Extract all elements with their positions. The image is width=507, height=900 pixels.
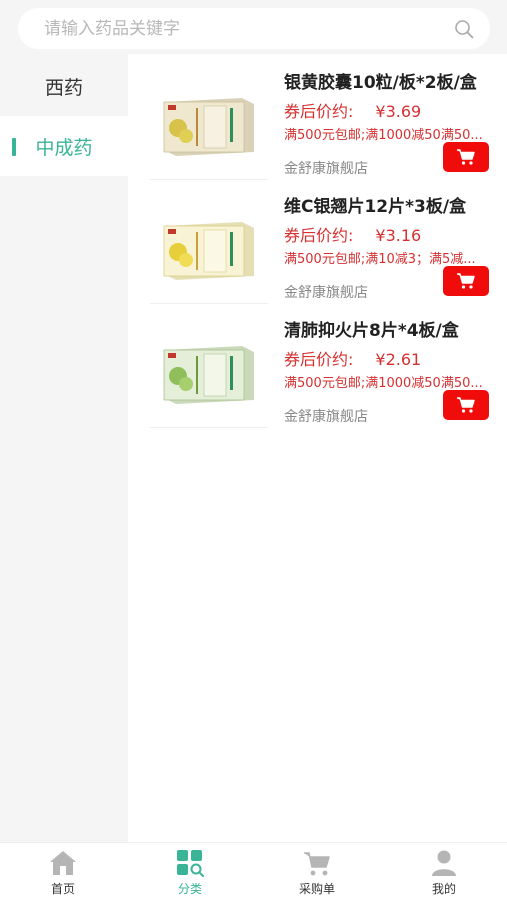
search-input[interactable] bbox=[44, 8, 444, 49]
product-title[interactable]: 清肺抑火片8片*4板/盒 bbox=[284, 316, 459, 341]
product-price: ¥2.61 bbox=[375, 350, 422, 369]
product-promo: 满500元包邮;满1000减50满50... bbox=[284, 376, 483, 391]
product-price: ¥3.16 bbox=[375, 226, 422, 245]
search-bar bbox=[0, 0, 507, 54]
price-label: 券后价约: bbox=[284, 350, 354, 369]
product-promo: 满500元包邮;满1000减50满50... bbox=[284, 128, 483, 143]
search-icon[interactable] bbox=[454, 19, 474, 39]
product-title[interactable]: 银黄胶囊10粒/板*2板/盒 bbox=[284, 68, 477, 93]
medicine-box-image bbox=[163, 346, 254, 404]
user-icon bbox=[432, 850, 456, 876]
price-label: 券后价约: bbox=[284, 102, 354, 121]
product-price: ¥3.69 bbox=[375, 102, 422, 121]
product-price-row: 券后价约: ¥3.69 bbox=[284, 98, 421, 122]
product-price-row: 券后价约: ¥2.61 bbox=[284, 346, 421, 370]
category-sidebar: 西药 中成药 bbox=[0, 54, 128, 842]
tab-label: 分类 bbox=[177, 882, 202, 896]
category-item-western-medicine[interactable]: 西药 bbox=[0, 56, 128, 116]
product-price-row: 券后价约: ¥3.16 bbox=[284, 222, 421, 246]
product-image[interactable] bbox=[150, 58, 268, 180]
category-item-chinese-patent-medicine[interactable]: 中成药 bbox=[0, 116, 128, 176]
product-card[interactable]: 清肺抑火片8片*4板/盒 券后价约: ¥2.61 满500元包邮;满1000减50… bbox=[128, 302, 507, 428]
add-to-cart-button[interactable] bbox=[443, 266, 489, 296]
cart-icon bbox=[457, 273, 475, 289]
product-image[interactable] bbox=[150, 182, 268, 304]
product-card[interactable]: 维C银翘片12片*3板/盒 券后价约: ¥3.16 满500元包邮;满10减3；满… bbox=[128, 178, 507, 304]
cart-icon bbox=[457, 397, 475, 413]
category-label: 西药 bbox=[44, 76, 83, 99]
tab-purchase-list[interactable]: 采购单 bbox=[254, 843, 380, 900]
add-to-cart-button[interactable] bbox=[443, 390, 489, 420]
product-image[interactable] bbox=[150, 306, 268, 428]
product-title[interactable]: 维C银翘片12片*3板/盒 bbox=[284, 192, 466, 217]
medicine-box-image bbox=[163, 98, 254, 156]
cart-icon bbox=[304, 852, 330, 876]
cart-icon bbox=[457, 149, 475, 165]
product-shop[interactable]: 金舒康旗舰店 bbox=[284, 406, 368, 426]
tab-home[interactable]: 首页 bbox=[0, 843, 126, 900]
tab-category[interactable]: 分类 bbox=[127, 843, 253, 900]
tab-label: 我的 bbox=[431, 882, 456, 896]
search-box[interactable] bbox=[18, 8, 490, 49]
medicine-box-image bbox=[163, 222, 254, 280]
product-shop[interactable]: 金舒康旗舰店 bbox=[284, 282, 368, 302]
bottom-tab-bar: 首页 分类 采购单 我的 bbox=[0, 842, 507, 900]
home-icon bbox=[50, 851, 76, 875]
app-screen: 西药 中成药 银黄胶囊10粒/板*2板/盒 bbox=[0, 0, 507, 900]
tab-mine[interactable]: 我的 bbox=[381, 843, 507, 900]
product-promo: 满500元包邮;满10减3；满5减... bbox=[284, 252, 476, 267]
price-label: 券后价约: bbox=[284, 226, 354, 245]
product-shop[interactable]: 金舒康旗舰店 bbox=[284, 158, 368, 178]
tab-label: 采购单 bbox=[298, 882, 335, 896]
category-label: 中成药 bbox=[35, 136, 93, 159]
add-to-cart-button[interactable] bbox=[443, 142, 489, 172]
tab-label: 首页 bbox=[50, 882, 75, 896]
category-icon bbox=[177, 850, 204, 877]
product-list: 银黄胶囊10粒/板*2板/盒 券后价约: ¥3.69 满500元包邮;满1000减… bbox=[128, 54, 507, 842]
product-card[interactable]: 银黄胶囊10粒/板*2板/盒 券后价约: ¥3.69 满500元包邮;满1000减… bbox=[128, 54, 507, 180]
